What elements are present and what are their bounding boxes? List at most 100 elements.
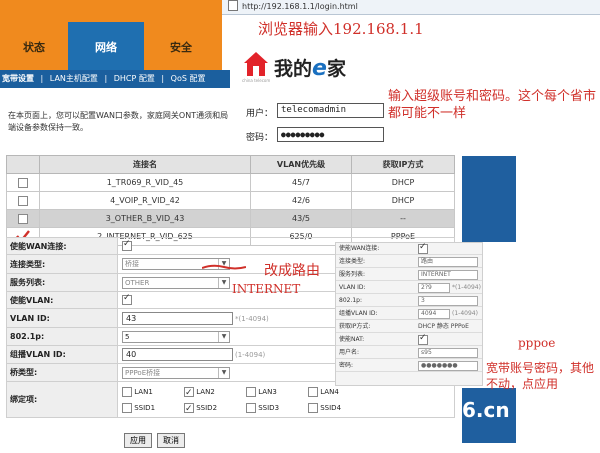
chevron-down-icon: ▼	[218, 277, 229, 288]
service-list-label: 服务列表:	[6, 273, 118, 292]
bind-lan2[interactable]: LAN2	[184, 384, 246, 401]
subnav-dhcp[interactable]: DHCP 配置	[114, 74, 155, 83]
table-row[interactable]: 1_TR069_R_VID_45 45/7 DHCP	[6, 173, 455, 192]
cancel-button[interactable]: 取消	[157, 433, 185, 448]
wan-connection-table: 连接名 VLAN优先级 获取IP方式 1_TR069_R_VID_45 45/7…	[6, 155, 455, 246]
p2-username-input[interactable]: s95	[418, 348, 478, 358]
conn-ip: --	[351, 209, 455, 228]
p2-row: 使能NAT:	[336, 333, 482, 346]
bind-checkbox[interactable]	[184, 385, 194, 401]
row-checkbox[interactable]	[18, 195, 28, 206]
bind-checkbox[interactable]	[184, 401, 194, 417]
p2-row: 用户名: s95	[336, 347, 482, 359]
url-text[interactable]: http://192.168.1.1/login.html	[242, 2, 358, 11]
chevron-down-icon: ▼	[218, 367, 229, 378]
route-config-panel: 使能WAN连接: 连接类型: 路由 服务列表: INTERNET VLAN ID…	[335, 242, 483, 386]
row-checkbox[interactable]	[18, 177, 28, 188]
apply-button[interactable]: 应用	[124, 433, 152, 448]
p2-hint: *(1-4094)	[452, 284, 481, 291]
bind-ssid4[interactable]: SSID4	[308, 400, 370, 416]
username-label: 用户：	[246, 109, 274, 119]
p2-row: 802.1p: 3	[336, 295, 482, 307]
chevron-down-icon: ▼	[218, 331, 229, 342]
username-input[interactable]: telecomadmin	[277, 103, 384, 118]
enable-vlan-checkbox[interactable]	[122, 293, 132, 305]
enable-wan-checkbox[interactable]	[122, 239, 132, 251]
conn-name: 4_VOIP_R_VID_42	[39, 191, 251, 210]
p2-enable-wan-checkbox[interactable]	[418, 243, 428, 254]
subnav-broadband[interactable]: 宽带设置	[2, 74, 34, 83]
bind-label: 绑定项:	[6, 381, 118, 418]
vlan-id-hint: *(1-4094)	[235, 314, 269, 323]
tab-status[interactable]: 状态	[0, 28, 68, 68]
service-list-select[interactable]: OTHER ▼	[122, 276, 230, 289]
conn-ip: DHCP	[351, 191, 455, 210]
bind-checkbox[interactable]	[308, 402, 318, 413]
watermark: 6.cn	[462, 398, 510, 422]
p2-label: 获取IP方式:	[339, 323, 371, 330]
annotation-pppoe: pppoe	[518, 336, 556, 350]
p2-label: VLAN ID:	[339, 284, 366, 291]
bind-lan1[interactable]: LAN1	[122, 384, 184, 400]
table-row[interactable]: 4_VOIP_R_VID_42 42/6 DHCP	[6, 191, 455, 210]
bind-checkbox[interactable]	[308, 386, 318, 397]
dot1p-label: 802.1p:	[6, 327, 118, 346]
dot1p-select[interactable]: 5 ▼	[122, 330, 230, 343]
bind-checkbox[interactable]	[246, 386, 256, 397]
bind-checkbox[interactable]	[122, 402, 132, 413]
p2-dot1p-select[interactable]: 3	[418, 296, 478, 306]
vlan-id-input[interactable]: 43	[122, 311, 233, 325]
subnav-sep: |	[104, 74, 108, 83]
subnav-sep: |	[40, 74, 44, 83]
annotation-browser-tip: 浏览器输入192.168.1.1	[258, 20, 424, 38]
p2-service-select[interactable]: INTERNET	[418, 270, 478, 280]
p2-ip-mode-radios[interactable]: DHCP 静态 PPPoE	[418, 321, 469, 332]
table-header-row: 连接名 VLAN优先级 获取IP方式	[6, 155, 455, 174]
conn-vlan: 45/7	[250, 173, 352, 192]
enable-wan-label: 使能WAN连接:	[6, 237, 118, 255]
table-header-vlan: VLAN优先级	[250, 155, 352, 174]
mcast-vlan-input[interactable]: 40	[122, 348, 233, 361]
p2-label: 组播VLAN ID:	[339, 310, 378, 317]
p2-row: 组播VLAN ID: 4094 (1-4094)	[336, 308, 482, 320]
sub-navigation: 宽带设置 | LAN主机配置 | DHCP 配置 | QoS 配置	[0, 70, 230, 88]
bind-ssid3[interactable]: SSID3	[246, 400, 308, 416]
bind-ssid2[interactable]: SSID2	[184, 400, 246, 417]
p2-mcast-input[interactable]: 4094	[418, 309, 450, 319]
conn-name: 1_TR069_R_VID_45	[39, 173, 251, 192]
table-header-select	[6, 155, 40, 174]
annotation-internet: INTERNET	[232, 282, 301, 296]
conn-name: 3_OTHER_B_VID_43	[39, 209, 251, 228]
row-checkbox[interactable]	[18, 213, 28, 224]
enable-vlan-label: 使能VLAN:	[6, 291, 118, 309]
mcast-vlan-hint: (1-4094)	[235, 351, 266, 359]
p2-nat-checkbox[interactable]	[418, 333, 428, 345]
p2-password-input[interactable]: ●●●●●●●	[418, 361, 478, 371]
annotation-change-route: 改成路由	[264, 263, 320, 279]
decor-block	[462, 156, 516, 242]
p2-vlan-input[interactable]: 2?9	[418, 283, 450, 293]
browser-address-bar[interactable]: http://192.168.1.1/login.html	[222, 0, 600, 15]
subnav-lan-host[interactable]: LAN主机配置	[50, 74, 98, 83]
table-row[interactable]: 3_OTHER_B_VID_43 43/5 --	[6, 209, 455, 228]
bridge-type-select[interactable]: PPPoE桥接 ▼	[122, 366, 230, 379]
p2-conn-type-select[interactable]: 路由	[418, 257, 478, 267]
house-logo-icon	[244, 52, 268, 76]
bind-options: LAN1 LAN2 LAN3 LAN4 SSID1 SSID2 SSID3 SS…	[117, 381, 455, 418]
bind-checkbox[interactable]	[122, 386, 132, 397]
annotation-login-tip: 输入超级账号和密码。这个每个省市都可能不一样	[388, 89, 597, 121]
bind-lan3[interactable]: LAN3	[246, 384, 308, 400]
bind-checkbox[interactable]	[246, 402, 256, 413]
p2-row: VLAN ID: 2?9 *(1-4094)	[336, 282, 482, 294]
tab-network[interactable]: 网络	[68, 22, 144, 74]
p2-row: 连接类型: 路由	[336, 256, 482, 268]
red-underline-mark	[202, 264, 246, 270]
subnav-qos[interactable]: QoS 配置	[171, 74, 206, 83]
p2-label: 服务列表:	[339, 271, 366, 278]
p2-label: 密码:	[339, 362, 354, 369]
tab-security[interactable]: 安全	[144, 28, 218, 68]
logo: 我的e家 china telecom	[242, 50, 382, 84]
p2-row: 获取IP方式: DHCP 静态 PPPoE	[336, 321, 482, 333]
password-input[interactable]: ●●●●●●●●●	[277, 127, 384, 142]
bind-ssid1[interactable]: SSID1	[122, 400, 184, 416]
